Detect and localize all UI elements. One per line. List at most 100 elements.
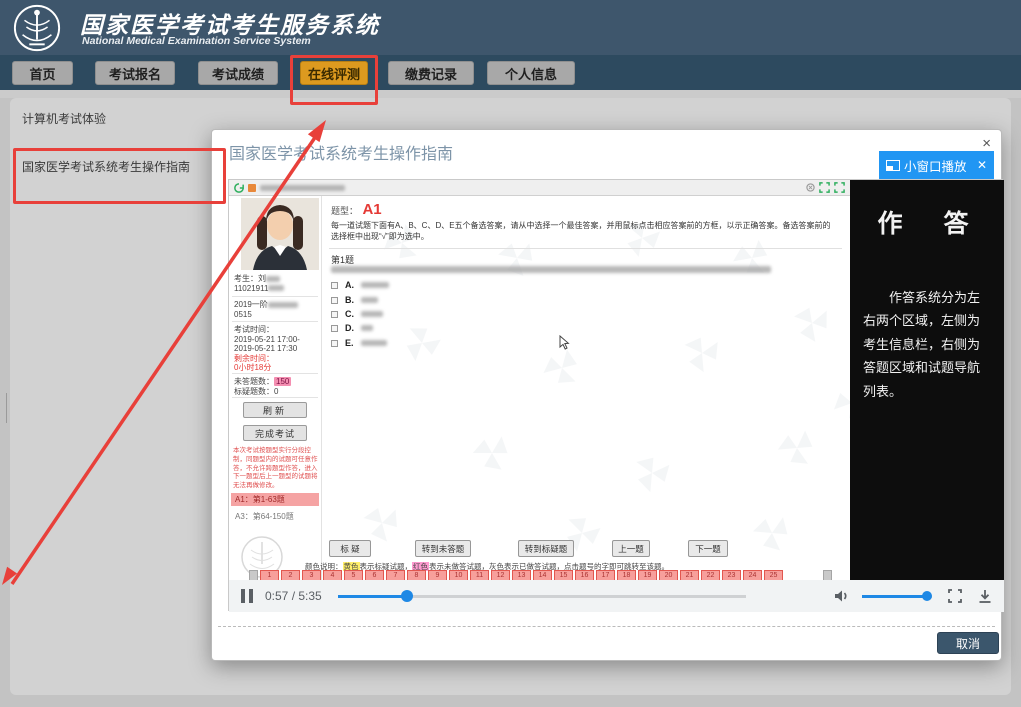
option-checkbox	[331, 325, 338, 332]
goto-flagged-button: 转到标疑题	[518, 540, 574, 557]
exam-time-row: 考试时间： 2019-05-21 17:00- 2019-05-21 17:30…	[234, 325, 317, 373]
sidebar-item-computer-exam-demo[interactable]: 计算机考试体验	[22, 110, 106, 127]
option-row-c: C.	[331, 309, 383, 319]
option-checkbox	[331, 297, 338, 304]
question-number: 4	[323, 570, 342, 580]
section-a1-row: A1：第1-63题	[231, 493, 319, 506]
candidate-name-row: 考生：刘 11021911	[234, 274, 317, 293]
option-row-a: A.	[331, 280, 389, 290]
fullscreen-icon[interactable]	[948, 589, 962, 603]
info-icon	[806, 183, 815, 192]
app-header: 国家医学考试考生服务系统 National Medical Examinatio…	[0, 0, 1021, 55]
question-number: 24	[743, 570, 762, 580]
question-number: 11	[470, 570, 489, 580]
option-row-e: E.	[331, 338, 387, 348]
question-number: 2	[281, 570, 300, 580]
question-number: 16	[575, 570, 594, 580]
cancel-button[interactable]: 取消	[937, 632, 999, 654]
pip-icon	[886, 160, 900, 171]
main-nav: 首页 考试报名 考试成绩 在线评测 缴费记录 个人信息	[0, 55, 1021, 90]
question-number: 1	[260, 570, 279, 580]
video-frame-exam-ui: 考生：刘 11021911 2019一阶 0515 考试时间： 2019-05-…	[229, 180, 850, 580]
pip-close-icon[interactable]: ✕	[977, 158, 987, 172]
strip-scroll-right	[823, 570, 832, 580]
question-number: 6	[365, 570, 384, 580]
question-number: 18	[617, 570, 636, 580]
page: 国家医学考试考生服务系统 National Medical Examinatio…	[0, 0, 1021, 707]
app-subtitle: National Medical Examination Service Sys…	[82, 35, 311, 47]
question-number: 10	[449, 570, 468, 580]
question-area: 题型： A1 每一道试题下面有A、B、C、D、E五个备选答案，请从中选择一个最佳…	[323, 196, 850, 580]
sidebar-item-guide[interactable]: 国家医学考试系统考生操作指南	[22, 158, 190, 175]
question-number: 8	[407, 570, 426, 580]
question-number: 14	[533, 570, 552, 580]
volume-icon[interactable]	[832, 587, 850, 605]
video-controls-bar: 0:57 / 5:35	[229, 580, 1004, 612]
panel-edge-divider	[6, 393, 7, 423]
progress-bar[interactable]	[338, 595, 746, 598]
question-number: 19	[638, 570, 657, 580]
refresh-icon	[234, 183, 244, 193]
previous-question-button: 上一题	[612, 540, 650, 557]
question-number: 17	[596, 570, 615, 580]
question-number: 9	[428, 570, 447, 580]
nav-tab-profile[interactable]: 个人信息	[487, 61, 575, 85]
nav-tab-online-test[interactable]: 在线评测	[300, 61, 368, 85]
question-number: 22	[701, 570, 720, 580]
progress-handle[interactable]	[401, 590, 413, 602]
exam-refresh-button: 刷新	[243, 402, 307, 418]
header-divider-band	[0, 90, 1021, 98]
pause-button[interactable]	[241, 589, 253, 603]
question-text-blur	[331, 266, 771, 273]
question-instructions: 每一道试题下面有A、B、C、D、E五个备选答案，请从中选择一个最佳答案，并用鼠标…	[331, 220, 836, 242]
nav-tab-payment[interactable]: 缴费记录	[388, 61, 474, 85]
page-title-blur	[260, 185, 345, 191]
question-number: 13	[512, 570, 531, 580]
nav-tab-home[interactable]: 首页	[12, 61, 73, 85]
overlay-title: 作 答	[850, 204, 1004, 240]
nav-tab-scores[interactable]: 考试成绩	[198, 61, 278, 85]
question-number: 25	[764, 570, 783, 580]
pip-button[interactable]: 小窗口播放 ✕	[879, 151, 994, 179]
option-row-d: D.	[331, 323, 373, 333]
nav-tab-registration[interactable]: 考试报名	[95, 61, 175, 85]
strip-scroll-left	[249, 570, 258, 580]
goto-unanswered-button: 转到未答题	[415, 540, 471, 557]
option-checkbox	[331, 340, 338, 347]
candidate-photo	[241, 198, 319, 270]
question-number: 5	[344, 570, 363, 580]
question-number-label: 第1题	[331, 253, 354, 266]
modal-close-icon[interactable]: ×	[982, 136, 991, 151]
volume-slider[interactable]	[862, 595, 932, 598]
video-player[interactable]: 考生：刘 11021911 2019一阶 0515 考试时间： 2019-05-…	[228, 179, 1003, 611]
expand-icon	[834, 182, 845, 193]
option-checkbox	[331, 282, 338, 289]
answer-count-row: 未答题数：150 标疑题数：0	[234, 377, 317, 396]
app-logo-icon	[12, 3, 62, 53]
option-checkbox	[331, 311, 338, 318]
volume-handle[interactable]	[922, 591, 932, 601]
question-number: 12	[491, 570, 510, 580]
guide-modal: 国家医学考试系统考生操作指南 ×	[211, 129, 1002, 661]
question-number: 15	[554, 570, 573, 580]
flag-question-button: 标 疑	[329, 540, 371, 557]
next-question-button: 下一题	[688, 540, 728, 557]
exam-finish-button: 完成考试	[243, 425, 307, 441]
download-icon[interactable]	[978, 589, 992, 604]
question-number: 7	[386, 570, 405, 580]
exam-browser-bar	[229, 180, 850, 196]
modal-footer-divider	[218, 626, 995, 627]
pip-label: 小窗口播放	[904, 156, 967, 175]
favicon-icon	[248, 184, 256, 192]
question-number: 3	[302, 570, 321, 580]
question-number: 23	[722, 570, 741, 580]
modal-title: 国家医学考试系统考生操作指南	[229, 140, 453, 164]
overlay-body: 作答系统分为左右两个区域，左侧为考生信息栏，右侧为答题区域和试题导航列表。	[863, 286, 991, 403]
exam-notice-text: 本次考试按题型实行分段控制，同题型内的试题可任意作答，不允许跨题型作答，进入下一…	[233, 447, 318, 491]
candidate-info-column: 考生：刘 11021911 2019一阶 0515 考试时间： 2019-05-…	[229, 196, 322, 580]
question-number: 21	[680, 570, 699, 580]
expand-icon	[819, 182, 830, 193]
time-display: 0:57 / 5:35	[265, 589, 322, 603]
question-number-strip: 1234567891011121314151617181920212223242…	[249, 570, 783, 580]
question-number: 20	[659, 570, 678, 580]
